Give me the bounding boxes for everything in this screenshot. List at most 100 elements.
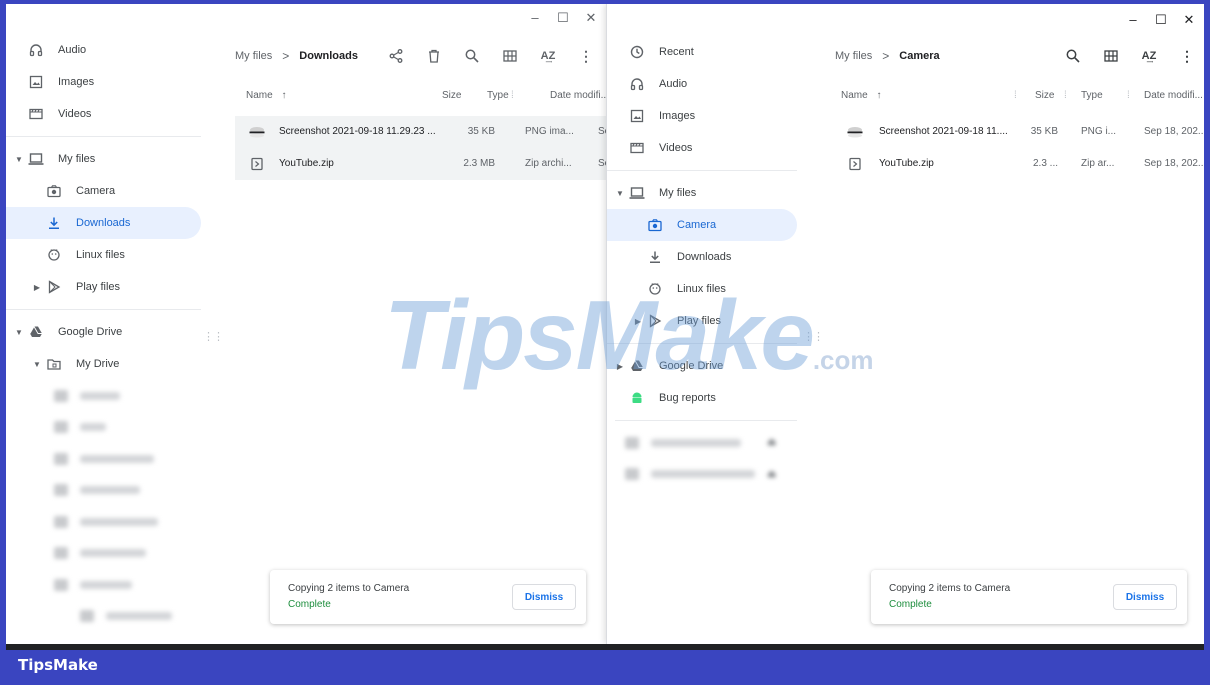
- sidebar-item-label: Images: [659, 110, 696, 122]
- sidebar-item-downloads[interactable]: Downloads: [6, 207, 201, 239]
- blurred-folder: [6, 412, 201, 444]
- delete-icon[interactable]: [415, 49, 453, 63]
- sidebar-item-linux-files[interactable]: Linux files: [6, 239, 201, 271]
- video-icon: [629, 140, 645, 156]
- close-icon[interactable]: ✕: [584, 10, 598, 26]
- sidebar-item-label: Videos: [659, 142, 693, 154]
- image-file-icon: [249, 124, 265, 140]
- file-type: PNG i...: [1081, 126, 1117, 137]
- column-resize-icon[interactable]: ⁞: [511, 90, 514, 101]
- share-icon[interactable]: [377, 49, 415, 63]
- sidebar-item-images[interactable]: Images: [607, 100, 797, 132]
- sidebar-item-camera[interactable]: Camera: [607, 209, 797, 241]
- column-headers: Name ↑ Size Type ⁞ Date modifi...: [235, 86, 609, 108]
- column-name[interactable]: Name ↑: [246, 90, 286, 101]
- sidebar-item-google-drive[interactable]: ▼ Google Drive: [6, 316, 201, 348]
- sidebar-item-videos[interactable]: Videos: [607, 132, 797, 164]
- headphones-icon: [28, 42, 44, 58]
- column-resize-icon[interactable]: ⁞: [1064, 90, 1067, 101]
- expand-less-icon[interactable]: ▼: [615, 189, 625, 198]
- sidebar-item-images[interactable]: Images: [6, 66, 201, 98]
- expand-less-icon[interactable]: ▼: [14, 328, 24, 337]
- breadcrumb: My files > Downloads: [235, 42, 358, 70]
- sidebar-item-my-files[interactable]: ▼ My files: [607, 177, 797, 209]
- dismiss-button[interactable]: Dismiss: [1113, 584, 1177, 610]
- maximize-icon[interactable]: ☐: [1154, 12, 1168, 28]
- image-icon: [629, 108, 645, 124]
- file-row[interactable]: Screenshot 2021-09-18 11.29.23 ... 35 KB P…: [235, 116, 608, 148]
- maximize-icon[interactable]: ☐: [556, 10, 570, 26]
- more-vert-icon[interactable]: ⋮: [1168, 48, 1204, 65]
- sort-az-icon[interactable]: A͢Z: [1130, 50, 1168, 62]
- sidebar-item-audio[interactable]: Audio: [607, 68, 797, 100]
- sort-az-icon[interactable]: A͢Z: [529, 50, 567, 62]
- expand-less-icon[interactable]: ▼: [14, 155, 24, 164]
- column-type[interactable]: Type: [487, 90, 509, 101]
- column-date[interactable]: Date modifi...: [1144, 90, 1203, 101]
- sidebar-item-camera[interactable]: Camera: [6, 175, 201, 207]
- notification-status: Complete: [889, 599, 932, 610]
- zip-file-icon: [249, 156, 265, 172]
- file-size: 2.3 ...: [1032, 158, 1058, 169]
- minimize-icon[interactable]: –: [528, 10, 542, 26]
- dismiss-button[interactable]: Dismiss: [512, 584, 576, 610]
- expand-less-icon[interactable]: ▼: [32, 360, 42, 369]
- sidebar: Audio Images Videos ▼ My files Camera Download…: [6, 34, 201, 644]
- sidebar-item-label: My files: [58, 153, 96, 165]
- copy-notification: Copying 2 items to Camera Complete Dismi…: [871, 570, 1187, 624]
- toolbar: A͢Z ⋮: [377, 42, 605, 70]
- file-date: Sep 18, 202...: [1144, 158, 1204, 169]
- breadcrumb-current[interactable]: Downloads: [299, 50, 358, 62]
- file-row[interactable]: YouTube.zip 2.3 ... Zip ar... Sep 18, 202..…: [835, 148, 1204, 180]
- column-size[interactable]: Size: [1035, 90, 1054, 101]
- sidebar-item-my-drive[interactable]: ▼ My Drive: [6, 348, 201, 380]
- column-date[interactable]: Date modifi...: [550, 90, 609, 101]
- arrow-up-icon: ↑: [876, 90, 882, 101]
- notification-status: Complete: [288, 599, 331, 610]
- toolbar: A͢Z ⋮: [1054, 42, 1204, 70]
- divider: [6, 309, 201, 310]
- download-icon: [647, 249, 663, 265]
- search-icon[interactable]: [1054, 49, 1092, 63]
- breadcrumb-parent[interactable]: My files: [835, 50, 872, 62]
- play-icon: [46, 279, 62, 295]
- divider: [6, 136, 201, 137]
- breadcrumb-parent[interactable]: My files: [235, 50, 272, 62]
- pane-resize-handle[interactable]: ⋮⋮: [203, 330, 224, 343]
- column-resize-icon[interactable]: ⁞: [1014, 90, 1017, 101]
- watermark-logo: TipsMake.com: [384, 280, 874, 390]
- blurred-folder: [6, 569, 201, 601]
- sidebar-item-label: Camera: [677, 219, 717, 231]
- sidebar-item-videos[interactable]: Videos: [6, 98, 201, 130]
- file-date: Sep 18, 202...: [1144, 126, 1204, 137]
- download-icon: [46, 215, 62, 231]
- blurred-folder: [6, 443, 201, 475]
- grid-view-icon[interactable]: [491, 49, 529, 63]
- divider: [607, 170, 797, 171]
- blurred-folder: [6, 380, 201, 412]
- sidebar-item-audio[interactable]: Audio: [6, 34, 201, 66]
- search-icon[interactable]: [453, 49, 491, 63]
- breadcrumb-current[interactable]: Camera: [899, 50, 939, 62]
- sidebar-item-label: Downloads: [677, 251, 732, 263]
- column-resize-icon[interactable]: ⁞: [1127, 90, 1130, 101]
- close-icon[interactable]: ✕: [1182, 12, 1196, 28]
- expand-more-icon[interactable]: ▶: [32, 283, 42, 292]
- chevron-right-icon: >: [282, 49, 290, 63]
- column-type[interactable]: Type: [1081, 90, 1103, 101]
- file-row[interactable]: Screenshot 2021-09-18 11.... 35 KB PNG i..…: [835, 116, 1204, 148]
- column-size[interactable]: Size: [442, 90, 461, 101]
- sidebar-item-recent[interactable]: Recent: [607, 36, 797, 68]
- column-name[interactable]: Name ↑: [841, 90, 881, 101]
- grid-view-icon[interactable]: [1092, 49, 1130, 63]
- sidebar-item-play-files[interactable]: ▶ Play files: [6, 271, 201, 303]
- sidebar-item-label: Linux files: [76, 249, 125, 261]
- file-size: 35 KB: [1030, 126, 1058, 137]
- desktop: – ☐ ✕ Audio Images Videos ▼ My files Camera Do…: [6, 4, 1204, 644]
- minimize-icon[interactable]: –: [1126, 12, 1140, 28]
- more-vert-icon[interactable]: ⋮: [567, 48, 605, 65]
- file-row[interactable]: YouTube.zip2.3 MBZip archi...Se: [235, 148, 608, 180]
- sidebar-item-my-files[interactable]: ▼ My files: [6, 143, 201, 175]
- file-type: Zip ar...: [1081, 158, 1115, 169]
- sidebar-item-downloads[interactable]: Downloads: [607, 241, 797, 273]
